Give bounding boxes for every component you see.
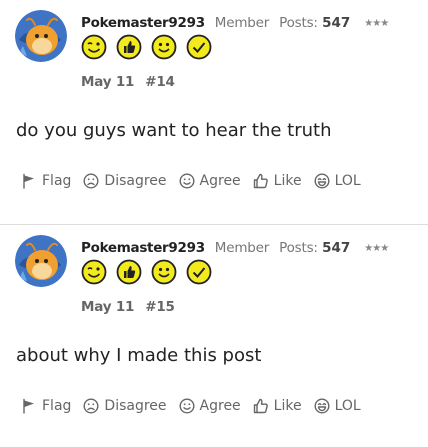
author-line: Pokemaster9293 Member Posts: 547 ★★★ [81, 239, 389, 257]
flag-icon [23, 398, 34, 414]
like-button[interactable]: Like [253, 173, 302, 189]
thumbs-up-icon[interactable] [116, 259, 142, 285]
like-label: Like [273, 173, 302, 189]
lol-button[interactable]: LOL [314, 173, 361, 189]
disagree-button[interactable]: Disagree [83, 173, 167, 189]
post-body: do you guys want to hear the truth [16, 120, 332, 141]
username-link[interactable]: Pokemaster9293 [81, 240, 205, 256]
forum-post: Pokemaster9293 Member Posts: 547 ★★★ May 11… [0, 0, 428, 224]
disagree-button[interactable]: Disagree [83, 398, 167, 414]
user-badges [81, 34, 212, 60]
post-meta: May 11 #14 [81, 73, 175, 91]
flag-button[interactable]: Flag [21, 398, 71, 414]
laugh-face-icon [314, 173, 330, 189]
post-number-link[interactable]: #15 [145, 299, 175, 315]
smile-face-icon[interactable] [151, 259, 177, 285]
post-date[interactable]: May 11 [81, 74, 134, 90]
frown-face-icon [83, 173, 99, 189]
flag-icon [23, 173, 34, 189]
flag-button[interactable]: Flag [21, 173, 71, 189]
laugh-face-icon [314, 398, 330, 414]
wink-face-icon[interactable] [81, 34, 107, 60]
post-count: 547 [322, 240, 351, 256]
smile-face-icon [179, 173, 195, 189]
rank-stars: ★★★ [364, 243, 389, 254]
smile-face-icon[interactable] [151, 34, 177, 60]
flag-label: Flag [42, 173, 72, 189]
username-link[interactable]: Pokemaster9293 [81, 15, 205, 31]
user-badges [81, 259, 212, 285]
disagree-label: Disagree [104, 398, 167, 414]
post-number-link[interactable]: #14 [145, 74, 175, 90]
checkmark-icon[interactable] [186, 34, 212, 60]
post-meta: May 11 #15 [81, 298, 175, 316]
lol-button[interactable]: LOL [314, 398, 361, 414]
post-date[interactable]: May 11 [81, 299, 134, 315]
user-avatar[interactable] [15, 235, 67, 287]
lol-label: LOL [334, 173, 361, 189]
thumbs-up-icon [253, 173, 268, 189]
posts-label: Posts: [279, 240, 318, 256]
posts-label: Posts: [279, 15, 318, 31]
user-role: Member [214, 240, 270, 256]
post-count: 547 [322, 15, 351, 31]
post-body: about why I made this post [16, 345, 262, 366]
user-avatar[interactable] [15, 10, 67, 62]
rank-stars: ★★★ [364, 18, 389, 29]
author-line: Pokemaster9293 Member Posts: 547 ★★★ [81, 14, 389, 32]
agree-button[interactable]: Agree [179, 398, 241, 414]
post-actions: Flag Disagree Agree Like LOL [21, 170, 373, 192]
agree-button[interactable]: Agree [179, 173, 241, 189]
dragonite-avatar-icon [15, 235, 67, 287]
smile-face-icon [179, 398, 195, 414]
agree-label: Agree [199, 398, 241, 414]
disagree-label: Disagree [104, 173, 167, 189]
dragonite-avatar-icon [15, 10, 67, 62]
like-button[interactable]: Like [253, 398, 302, 414]
frown-face-icon [83, 398, 99, 414]
post-actions: Flag Disagree Agree Like LOL [21, 395, 373, 417]
agree-label: Agree [199, 173, 241, 189]
thumbs-up-icon[interactable] [116, 34, 142, 60]
wink-face-icon[interactable] [81, 259, 107, 285]
forum-post: Pokemaster9293 Member Posts: 547 ★★★ May 11… [0, 224, 428, 447]
thumbs-up-icon [253, 398, 268, 414]
user-role: Member [214, 15, 270, 31]
checkmark-icon[interactable] [186, 259, 212, 285]
lol-label: LOL [334, 398, 361, 414]
like-label: Like [273, 398, 302, 414]
flag-label: Flag [42, 398, 72, 414]
